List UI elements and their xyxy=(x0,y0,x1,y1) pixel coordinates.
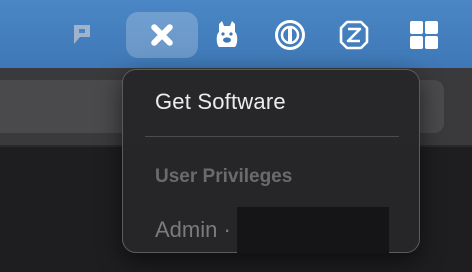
windows-grid-icon xyxy=(410,21,438,49)
get-software-menu-item[interactable]: Get Software xyxy=(155,89,286,115)
screen: Get Software User Privileges Admin · xyxy=(0,0,472,272)
feedback-icon xyxy=(74,25,90,44)
admin-label: Admin · xyxy=(155,217,231,242)
self-service-menu-extra[interactable] xyxy=(126,12,198,58)
redacted-username xyxy=(236,207,389,253)
user-privileges-header: User Privileges xyxy=(155,166,293,187)
feedback-menu-extra[interactable] xyxy=(62,12,102,58)
menu-separator xyxy=(145,136,399,137)
self-service-dropdown-menu: Get Software User Privileges Admin · xyxy=(122,69,420,253)
alpaca-menu-extra[interactable] xyxy=(208,12,246,58)
dropbox-outline-icon xyxy=(339,20,369,50)
self-service-icon xyxy=(151,24,173,46)
1password-menu-extra[interactable] xyxy=(268,12,312,58)
windows-menu-extra[interactable] xyxy=(404,12,444,58)
1password-icon xyxy=(275,20,305,50)
alpaca-icon xyxy=(216,21,238,47)
dropbox-menu-extra[interactable] xyxy=(334,12,374,58)
admin-menu-item: Admin · xyxy=(155,207,389,253)
menu-bar xyxy=(0,0,472,68)
